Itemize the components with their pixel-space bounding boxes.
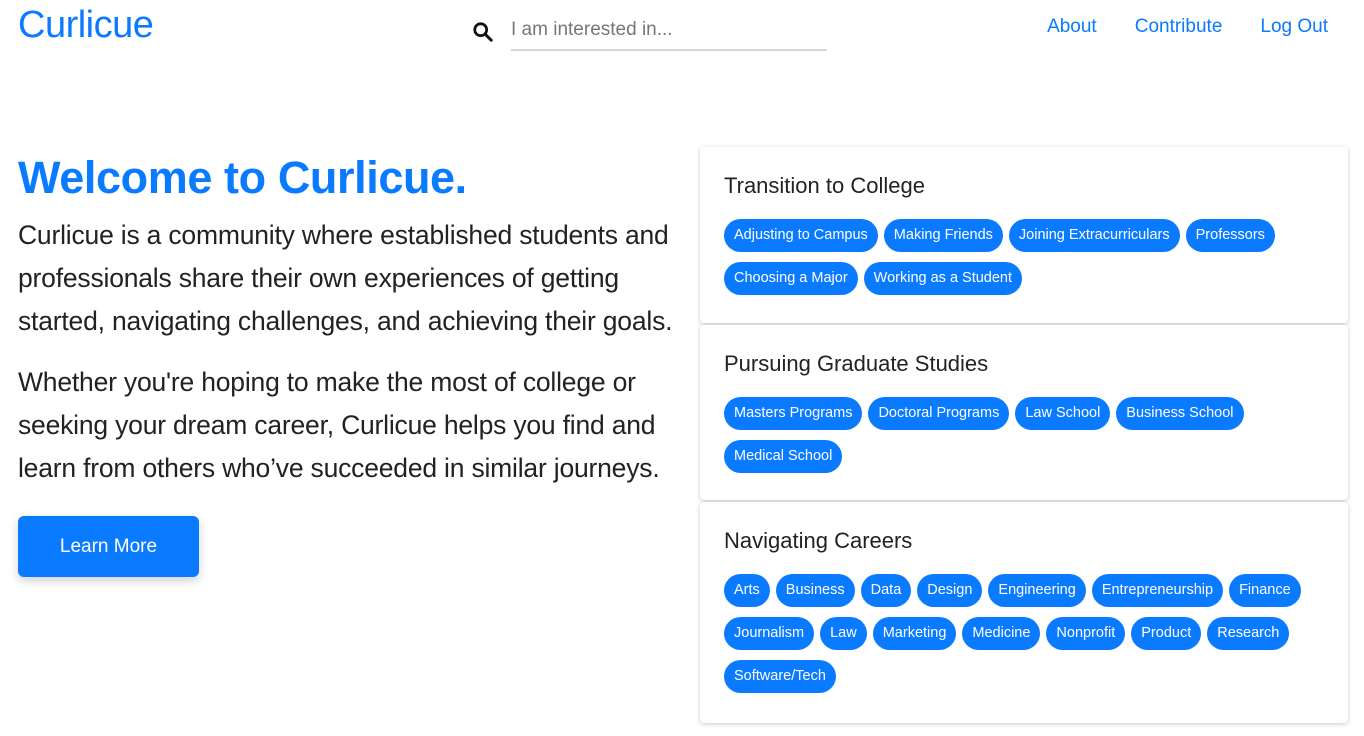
tag-list: Arts Business Data Design Engineering En…	[724, 574, 1324, 693]
category-card-careers: Navigating Careers Arts Business Data De…	[700, 502, 1348, 723]
category-title: Pursuing Graduate Studies	[724, 351, 989, 376]
nav-links: About Contribute Log Out	[1047, 16, 1328, 38]
tag-chip[interactable]: Medicine	[962, 617, 1041, 650]
category-title: Navigating Careers	[724, 528, 913, 553]
hero-paragraph-mission: Whether you're hoping to make the most o…	[18, 367, 660, 483]
category-card-graduate: Pursuing Graduate Studies Masters Progra…	[700, 325, 1348, 500]
nav-logout-link[interactable]: Log Out	[1260, 16, 1328, 38]
category-title: Transition to College	[724, 173, 925, 198]
nav-about-link[interactable]: About	[1047, 16, 1097, 38]
tag-chip[interactable]: Medical School	[724, 440, 843, 473]
tag-chip[interactable]: Product	[1131, 617, 1202, 650]
hero-title: Welcome to Curlicue.	[18, 152, 467, 203]
tag-chip[interactable]: Making Friends	[883, 219, 1003, 252]
search-icon[interactable]	[472, 21, 494, 43]
tag-chip[interactable]: Marketing	[872, 617, 957, 650]
tag-chip[interactable]: Software/Tech	[724, 660, 836, 693]
tag-list: Masters Programs Doctoral Programs Law S…	[724, 397, 1324, 473]
search-input[interactable]	[511, 10, 827, 51]
brand-logo-link[interactable]: Curlicue	[18, 4, 154, 47]
tag-chip[interactable]: Business School	[1116, 397, 1244, 430]
tag-chip[interactable]: Law	[820, 617, 867, 650]
tag-chip[interactable]: Professors	[1185, 219, 1275, 252]
hero-section: Welcome to Curlicue. Curlicue is a commu…	[18, 150, 678, 577]
tag-chip[interactable]: Business	[775, 574, 855, 607]
tag-chip[interactable]: Data	[860, 574, 912, 607]
tag-chip[interactable]: Journalism	[724, 617, 815, 650]
search-bar	[470, 10, 828, 52]
tag-chip[interactable]: Doctoral Programs	[868, 397, 1010, 430]
tag-chip[interactable]: Nonprofit	[1046, 617, 1126, 650]
tag-chip[interactable]: Adjusting to Campus	[724, 219, 878, 252]
tag-chip[interactable]: Joining Extracurriculars	[1008, 219, 1180, 252]
category-card-college: Transition to College Adjusting to Campu…	[700, 147, 1348, 323]
tag-chip[interactable]: Engineering	[988, 574, 1086, 607]
tag-chip[interactable]: Choosing a Major	[724, 262, 858, 295]
nav-contribute-link[interactable]: Contribute	[1135, 16, 1223, 38]
tag-chip[interactable]: Research	[1207, 617, 1290, 650]
tag-chip[interactable]: Law School	[1015, 397, 1111, 430]
tag-list: Adjusting to Campus Making Friends Joini…	[724, 219, 1324, 295]
tag-chip[interactable]: Working as a Student	[863, 262, 1023, 295]
tag-chip[interactable]: Entrepreneurship	[1091, 574, 1224, 607]
hero-paragraph-intro: Curlicue is a community where establishe…	[18, 220, 673, 336]
tag-chip[interactable]: Masters Programs	[724, 397, 863, 430]
tag-chip[interactable]: Arts	[724, 574, 770, 607]
tag-chip[interactable]: Design	[917, 574, 983, 607]
tag-chip[interactable]: Finance	[1229, 574, 1301, 607]
learn-more-button[interactable]: Learn More	[18, 516, 199, 577]
category-cards: Transition to College Adjusting to Campu…	[700, 147, 1348, 725]
navbar: Curlicue About Contribute Log Out	[0, 0, 1364, 60]
